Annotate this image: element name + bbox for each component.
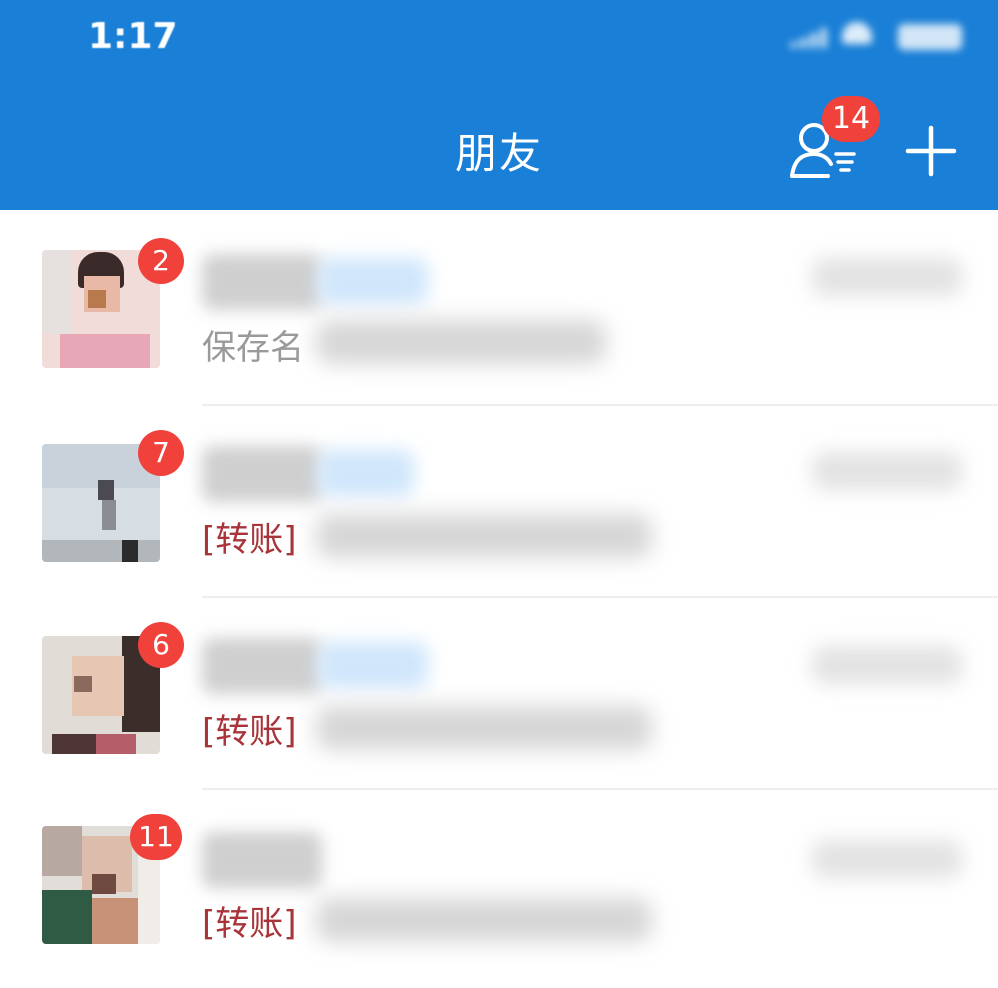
contact-name-redacted bbox=[202, 832, 322, 888]
contact-name-redacted bbox=[202, 254, 322, 310]
divider bbox=[202, 596, 998, 598]
unread-badge: 7 bbox=[138, 430, 184, 476]
message-preview-redacted bbox=[316, 514, 652, 558]
chat-list-item[interactable]: 11 [转账] bbox=[0, 792, 998, 984]
timestamp-redacted bbox=[812, 452, 962, 490]
contact-name-redacted bbox=[202, 446, 322, 502]
unread-badge: 11 bbox=[130, 814, 182, 860]
wifi-icon bbox=[842, 22, 872, 44]
plus-icon bbox=[905, 125, 957, 177]
message-preview-redacted bbox=[316, 706, 652, 750]
add-button[interactable] bbox=[904, 124, 958, 178]
message-preview: [转账] bbox=[202, 712, 297, 752]
timestamp-redacted bbox=[812, 840, 962, 878]
divider bbox=[202, 788, 998, 790]
contact-tag-redacted bbox=[318, 450, 414, 496]
chat-list-item[interactable]: 7 [转账] bbox=[0, 408, 998, 600]
contact-tag-redacted bbox=[318, 642, 428, 688]
timestamp-redacted bbox=[812, 646, 962, 684]
divider bbox=[202, 404, 998, 406]
contact-name-redacted bbox=[202, 638, 322, 694]
top-bar: 1:17 朋友 14 bbox=[0, 0, 998, 210]
unread-badge: 6 bbox=[138, 622, 184, 668]
message-preview: 保存名 bbox=[202, 328, 304, 368]
status-time: 1:17 bbox=[88, 16, 178, 57]
message-preview-redacted bbox=[316, 898, 652, 942]
message-preview-redacted bbox=[316, 320, 606, 364]
friend-requests-badge: 14 bbox=[822, 96, 880, 142]
battery-icon bbox=[898, 24, 962, 50]
timestamp-redacted bbox=[812, 258, 962, 296]
message-preview: [转账] bbox=[202, 520, 297, 560]
contact-tag-redacted bbox=[318, 258, 428, 304]
unread-badge: 2 bbox=[138, 238, 184, 284]
message-preview: [转账] bbox=[202, 904, 297, 944]
signal-icon bbox=[790, 28, 830, 48]
chat-list-item[interactable]: 2 保存名 bbox=[0, 216, 998, 408]
chat-list-item[interactable]: 6 [转账] bbox=[0, 600, 998, 792]
